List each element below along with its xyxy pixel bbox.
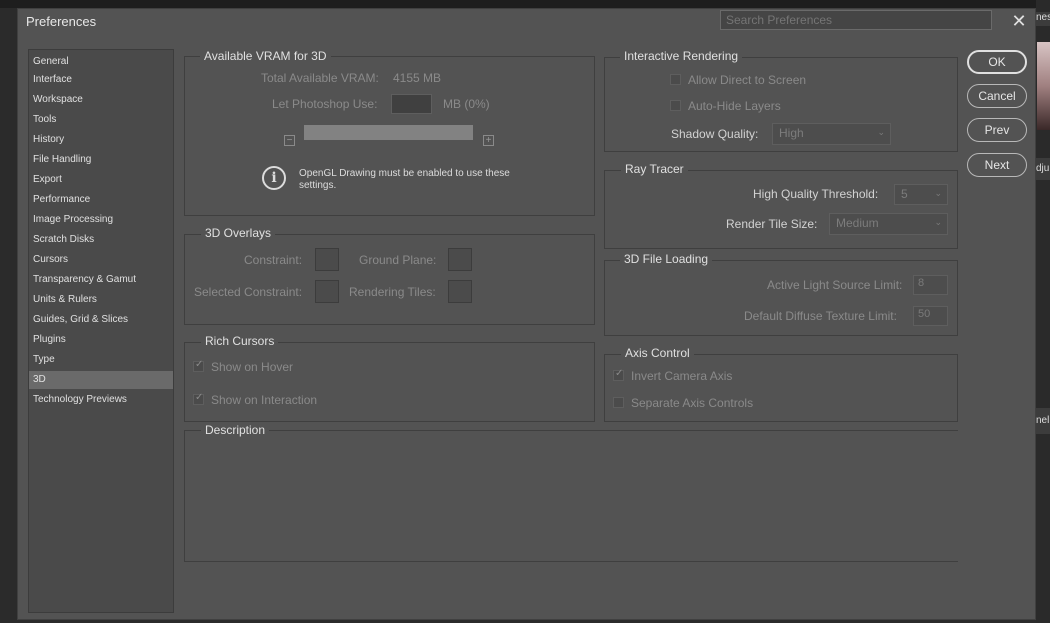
constraint-color-swatch[interactable] [315,248,339,271]
diffuse-texture-limit-label: Default Diffuse Texture Limit: [744,309,897,323]
dialog-title: Preferences [26,14,97,29]
chevron-down-icon: ⌄ [877,127,885,137]
active-light-limit-input[interactable]: 8 [913,275,948,295]
rich-cursors-group [184,342,595,422]
file-loading-group [604,260,958,336]
render-tile-size-label: Render Tile Size: [726,217,818,231]
show-on-interaction-checkbox[interactable] [193,392,204,405]
sidebar-item-type[interactable]: Type [29,351,173,369]
render-tile-size-value: Medium [836,216,879,230]
vram-minus-icon[interactable]: − [284,135,295,146]
constraint-label: Constraint: [244,253,303,267]
search-preferences-input[interactable] [720,10,992,30]
selected-constraint-color-swatch[interactable] [315,280,339,303]
separate-axis-controls-label: Separate Axis Controls [631,396,754,410]
sidebar-item-file-handling[interactable]: File Handling [29,151,173,169]
shadow-quality-label: Shadow Quality: [671,127,759,141]
preferences-dialog: Preferences ✕ General Interface Workspac… [17,8,1036,620]
auto-hide-layers-label: Auto-Hide Layers [688,99,781,113]
show-on-hover-checkbox[interactable] [193,359,204,372]
background-tab-low: nel [1036,408,1050,434]
selected-constraint-label: Selected Constraint: [194,285,303,299]
interactive-rendering-title: Interactive Rendering [620,49,743,63]
ray-tracer-group [604,170,958,249]
separate-axis-controls-checkbox[interactable] [613,397,624,408]
opengl-info-text: OpenGL Drawing must be enabled to use th… [299,168,510,191]
shadow-quality-value: High [779,126,804,140]
show-on-hover-label: Show on Hover [211,360,294,374]
invert-camera-axis-checkbox[interactable] [613,368,624,381]
prev-button[interactable]: Prev [967,118,1027,142]
rendering-tiles-label: Rendering Tiles: [349,285,436,299]
auto-hide-layers-checkbox[interactable] [670,100,681,111]
ray-tracer-title: Ray Tracer [621,162,688,176]
hq-threshold-stepper[interactable]: 5 ⌄ [894,184,948,205]
ground-plane-color-swatch[interactable] [448,248,472,271]
color-gradient-swatch [1037,42,1050,130]
info-icon: i [262,166,286,190]
sidebar-item-image-processing[interactable]: Image Processing [29,211,173,229]
vram-slider[interactable] [304,125,473,140]
rendering-tiles-color-swatch[interactable] [448,280,472,303]
description-title: Description [201,423,270,437]
vram-plus-icon[interactable]: + [483,135,494,146]
sidebar-item-units-rulers[interactable]: Units & Rulers [29,291,173,309]
sidebar-item-workspace[interactable]: Workspace [29,91,173,109]
sidebar-item-history[interactable]: History [29,131,173,149]
active-light-limit-label: Active Light Source Limit: [767,278,903,292]
overlays-group-title: 3D Overlays [201,226,276,240]
ground-plane-label: Ground Plane: [359,253,437,267]
ok-button[interactable]: OK [967,50,1027,74]
let-photoshop-use-unit: MB (0%) [443,97,490,111]
chevron-down-icon: ⌄ [934,217,942,227]
diffuse-texture-limit-input[interactable]: 50 [913,306,948,326]
sidebar-item-export[interactable]: Export [29,171,173,189]
file-loading-title: 3D File Loading [620,252,713,266]
cancel-button[interactable]: Cancel [967,84,1027,108]
render-tile-size-select[interactable]: Medium ⌄ [829,213,948,235]
sidebar-item-technology-previews[interactable]: Technology Previews [29,391,173,409]
sidebar-item-scratch-disks[interactable]: Scratch Disks [29,231,173,249]
preferences-sidebar: General Interface Workspace Tools Histor… [28,49,174,613]
sidebar-item-interface[interactable]: Interface [29,71,173,89]
background-tab-top: nes [1036,12,1050,26]
vram-group-title: Available VRAM for 3D [200,49,331,63]
sidebar-item-plugins[interactable]: Plugins [29,331,173,349]
next-button[interactable]: Next [967,153,1027,177]
hq-threshold-label: High Quality Threshold: [753,187,879,201]
total-vram-value: 4155 MB [393,71,442,85]
let-photoshop-use-input[interactable] [391,94,432,114]
background-tab-mid: dju [1036,158,1050,180]
sidebar-item-transparency-gamut[interactable]: Transparency & Gamut [29,271,173,289]
allow-direct-label: Allow Direct to Screen [688,73,807,87]
allow-direct-checkbox[interactable] [670,74,681,85]
overlays-group [184,234,595,325]
chevron-down-icon: ⌄ [934,188,942,198]
let-photoshop-use-label: Let Photoshop Use: [272,97,378,111]
axis-control-title: Axis Control [621,346,694,360]
hq-threshold-value: 5 [901,187,908,201]
description-group [184,430,958,562]
sidebar-item-cursors[interactable]: Cursors [29,251,173,269]
axis-control-group [604,354,958,422]
rich-cursors-group-title: Rich Cursors [201,334,279,348]
invert-camera-axis-label: Invert Camera Axis [631,369,733,383]
shadow-quality-select[interactable]: High ⌄ [772,123,891,145]
background-app-strip [0,0,1050,8]
sidebar-item-performance[interactable]: Performance [29,191,173,209]
sidebar-item-3d[interactable]: 3D [29,371,173,389]
close-icon[interactable]: ✕ [1008,11,1030,31]
sidebar-item-general[interactable]: General [29,53,173,71]
total-vram-label: Total Available VRAM: [261,71,379,85]
show-on-interaction-label: Show on Interaction [211,393,318,407]
sidebar-item-tools[interactable]: Tools [29,111,173,129]
sidebar-item-guides-grid-slices[interactable]: Guides, Grid & Slices [29,311,173,329]
